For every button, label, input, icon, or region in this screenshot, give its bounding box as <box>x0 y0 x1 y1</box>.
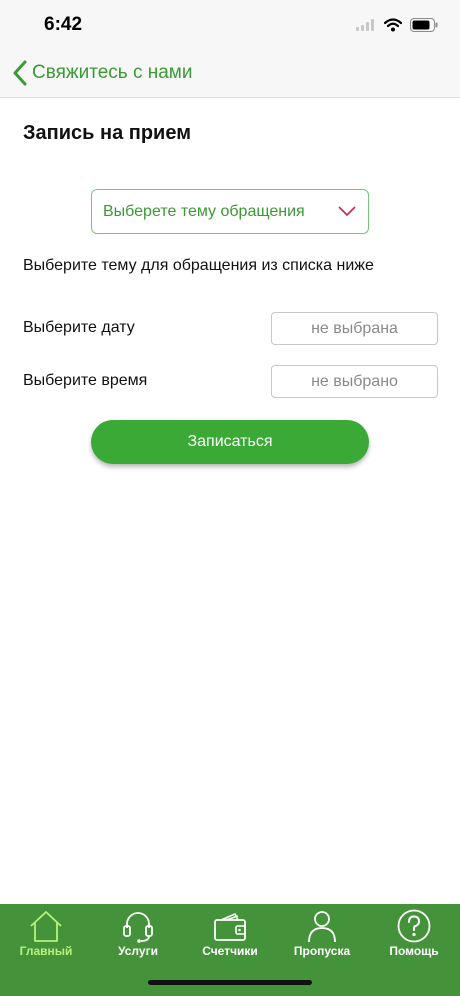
help-icon <box>397 909 431 943</box>
tab-passes-label: Пропуска <box>293 944 351 958</box>
tab-meters-label: Счетчики <box>202 944 258 958</box>
wallet-icon <box>214 913 246 941</box>
date-label: Выберите дату <box>23 319 135 336</box>
signal-icon <box>356 19 374 31</box>
home-indicator <box>148 980 312 985</box>
status-icons <box>356 16 438 34</box>
battery-icon <box>410 18 438 32</box>
chevron-left-icon <box>13 60 27 86</box>
status-bar: 6:42 <box>0 0 460 48</box>
person-icon <box>308 911 336 943</box>
tab-services[interactable]: Услуги <box>92 904 184 970</box>
home-icon <box>30 911 62 942</box>
time-label: Выберите время <box>23 372 148 389</box>
topic-hint: Выберите тему для обращения из списка ни… <box>23 257 374 274</box>
topic-select[interactable]: Выберете тему обращения <box>91 189 369 234</box>
chevron-down-icon <box>338 206 356 216</box>
navigation-bar: Свяжитесь с нами <box>0 48 460 98</box>
wifi-icon <box>384 18 402 32</box>
tab-services-label: Услуги <box>118 944 158 958</box>
tab-help-label: Помощь <box>389 944 439 958</box>
tab-meters[interactable]: Счетчики <box>184 904 276 970</box>
tab-home[interactable]: Главный <box>0 904 92 970</box>
back-button[interactable]: Свяжитесь с нами <box>12 58 192 88</box>
date-picker[interactable]: не выбрана <box>271 312 438 345</box>
tab-passes[interactable]: Пропуска <box>276 904 368 970</box>
tab-help[interactable]: Помощь <box>368 904 460 970</box>
back-button-label: Свяжитесь с нами <box>32 62 193 83</box>
time-picker[interactable]: не выбрано <box>271 365 438 398</box>
topic-select-label: Выберете тему обращения <box>103 202 305 220</box>
submit-button[interactable]: Записаться <box>91 420 369 464</box>
status-time: 6:42 <box>44 14 83 35</box>
page-title: Запись на прием <box>23 122 192 144</box>
tab-home-label: Главный <box>19 944 73 958</box>
headset-icon <box>123 912 153 943</box>
